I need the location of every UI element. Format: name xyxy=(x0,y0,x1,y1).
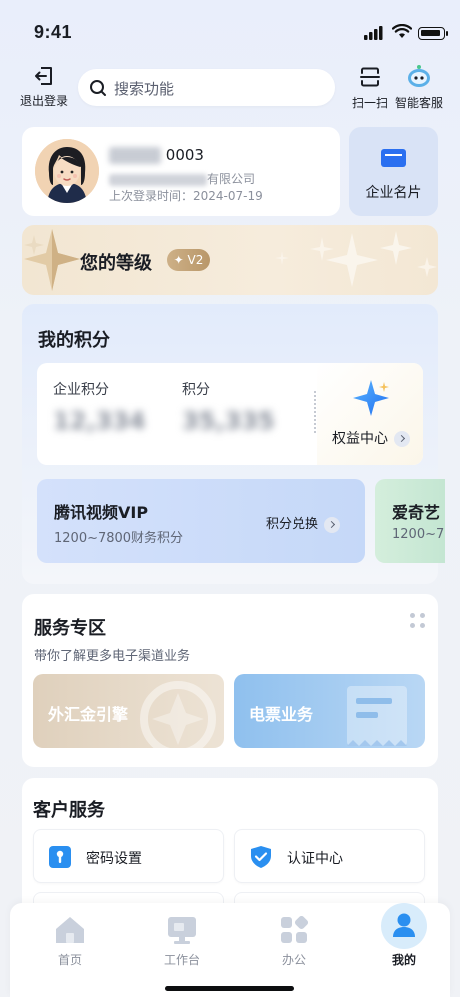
scan-label: 扫一扫 xyxy=(351,96,388,110)
chevron-right-icon xyxy=(394,431,411,447)
search-placeholder: 搜索功能 xyxy=(114,80,175,98)
smart-service-label: 智能客服 xyxy=(394,96,443,110)
top-bar: 退出登录 搜索功能 扫一扫 智能客服 xyxy=(0,62,460,112)
scan-icon xyxy=(360,67,380,87)
scan-button[interactable]: 扫一扫 xyxy=(348,66,392,111)
bill-icon xyxy=(347,686,407,746)
tab-label: 工作台 xyxy=(163,953,200,967)
personal-points-value: 35,335 xyxy=(182,407,275,435)
tab-label: 我的 xyxy=(391,953,416,967)
auth-center-label: 认证中心 xyxy=(287,851,343,867)
forex-emblem-icon xyxy=(140,681,216,748)
profile-card[interactable]: 0003 有限公司 上次登录时间：2024-07-19 xyxy=(22,127,340,216)
last-login-time: 上次登录时间：2024-07-19 xyxy=(109,189,263,203)
key-lock-icon xyxy=(49,846,71,868)
shield-check-icon xyxy=(251,846,271,868)
tab-office[interactable]: 办公 xyxy=(239,903,349,983)
service-subtitle: 带你了解更多电子渠道业务 xyxy=(34,649,191,664)
chevron-right-icon xyxy=(324,516,341,533)
tab-mine[interactable]: 我的 xyxy=(349,903,459,983)
name-suffix: 0003 xyxy=(165,146,204,164)
offer-name: 爱奇艺 xyxy=(392,503,441,522)
offer-name: 腾讯视频VIP xyxy=(54,503,149,522)
logout-label: 退出登录 xyxy=(19,94,68,108)
search-input[interactable]: 搜索功能 xyxy=(78,69,335,106)
points-title: 我的积分 xyxy=(38,330,110,351)
star-icon xyxy=(353,380,389,416)
battery-icon xyxy=(418,27,448,40)
password-settings-button[interactable]: 密码设置 xyxy=(33,829,224,883)
level-banner[interactable]: 您的等级 ✦ V2 xyxy=(22,225,438,295)
company-redacted xyxy=(109,173,207,186)
enterprise-points-label: 企业积分 xyxy=(53,382,109,398)
profile-name: 0003 xyxy=(109,146,204,164)
robot-icon xyxy=(408,65,430,87)
smart-service-button[interactable]: 智能客服 xyxy=(392,64,446,111)
business-card-icon xyxy=(381,149,406,167)
workbench-icon xyxy=(168,917,196,944)
points-summary: 企业积分 积分 12,334 35,335 权益中心 xyxy=(37,363,423,465)
user-icon xyxy=(381,903,427,949)
personal-points-label: 积分 xyxy=(182,382,210,398)
service-item-forex[interactable]: 外汇金引擎 xyxy=(33,674,224,748)
business-card-button[interactable]: 企业名片 xyxy=(349,127,438,216)
tab-home[interactable]: 首页 xyxy=(15,903,125,983)
profile-company: 有限公司 xyxy=(109,170,255,187)
customer-service-title: 客户服务 xyxy=(33,800,105,821)
logout-icon xyxy=(35,67,52,85)
password-settings-label: 密码设置 xyxy=(86,851,142,867)
offer-desc: 1200~7800财务积分 xyxy=(54,531,184,546)
status-time: 9:41 xyxy=(34,22,73,42)
tab-label: 办公 xyxy=(281,953,306,967)
grid-menu-icon[interactable] xyxy=(410,613,426,629)
bottom-tab-bar: 首页 工作台 办公 我的 xyxy=(10,903,450,997)
service-title: 服务专区 xyxy=(34,618,106,639)
tab-workbench[interactable]: 工作台 xyxy=(127,903,237,983)
apps-grid-icon xyxy=(281,916,308,943)
points-section: 我的积分 企业积分 积分 12,334 35,335 权益中心 腾讯视频VIP … xyxy=(22,304,445,584)
service-item-label: 外汇金引擎 xyxy=(48,705,129,724)
divider xyxy=(314,391,316,433)
cellular-signal-icon xyxy=(364,26,383,40)
customer-service-section: 客户服务 密码设置 认证中心 xyxy=(22,778,438,922)
tab-label: 首页 xyxy=(57,953,82,967)
home-icon xyxy=(56,917,84,943)
service-zone: 服务专区 带你了解更多电子渠道业务 外汇金引擎 电票业务 xyxy=(22,594,438,767)
offer-card-tencent[interactable]: 腾讯视频VIP 1200~7800财务积分 积分兑换 xyxy=(37,479,365,563)
business-card-label: 企业名片 xyxy=(365,185,422,201)
auth-center-button[interactable]: 认证中心 xyxy=(234,829,425,883)
name-redacted xyxy=(109,147,161,164)
decor-stars xyxy=(275,231,437,287)
avatar xyxy=(35,139,99,203)
company-suffix: 有限公司 xyxy=(207,172,256,186)
benefits-center-link[interactable]: 权益中心 xyxy=(332,428,411,448)
service-item-e-bill[interactable]: 电票业务 xyxy=(234,674,425,748)
wifi-icon xyxy=(392,24,412,38)
offer-card-iqiyi[interactable]: 爱奇艺 1200~7 xyxy=(375,479,445,563)
enterprise-points-value: 12,334 xyxy=(53,407,146,435)
level-title: 您的等级 xyxy=(80,253,152,274)
home-indicator xyxy=(165,986,294,991)
redeem-button[interactable]: 积分兑换 xyxy=(266,513,341,533)
search-icon xyxy=(90,80,106,96)
service-item-label: 电票业务 xyxy=(249,705,314,724)
offer-desc: 1200~7 xyxy=(392,527,445,542)
status-bar: 9:41 xyxy=(0,0,460,60)
level-badge: ✦ V2 xyxy=(167,249,210,271)
logout-button[interactable]: 退出登录 xyxy=(17,66,71,109)
